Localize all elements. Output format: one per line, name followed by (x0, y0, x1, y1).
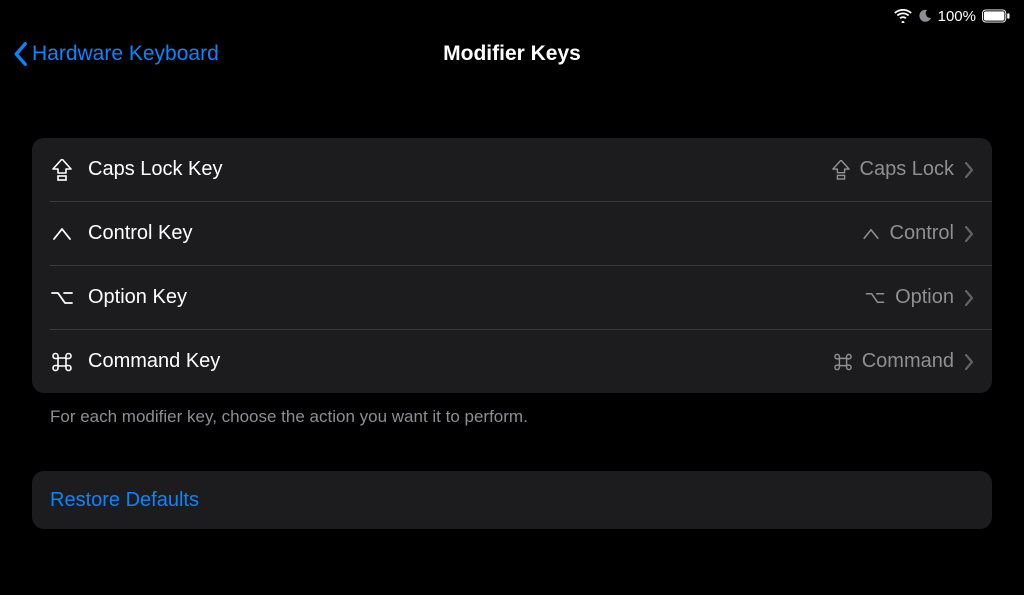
row-value: Control (890, 222, 954, 245)
restore-defaults-label: Restore Defaults (50, 489, 199, 512)
row-value: Option (895, 286, 954, 309)
caps-lock-icon (50, 159, 74, 181)
battery-icon (982, 9, 1010, 23)
row-label: Control Key (88, 222, 193, 245)
row-label: Caps Lock Key (88, 158, 223, 181)
chevron-right-icon (964, 354, 974, 370)
row-label: Option Key (88, 286, 187, 309)
row-control[interactable]: Control Key Control (32, 202, 992, 265)
chevron-left-icon (12, 42, 30, 66)
back-button[interactable]: Hardware Keyboard (12, 42, 219, 66)
navigation-bar: Hardware Keyboard Modifier Keys (0, 28, 1024, 80)
do-not-disturb-icon (918, 9, 932, 23)
row-value: Command (862, 350, 954, 373)
control-icon (862, 228, 880, 240)
row-option[interactable]: Option Key Option (32, 266, 992, 329)
chevron-right-icon (964, 162, 974, 178)
command-icon (834, 353, 852, 371)
back-label: Hardware Keyboard (32, 42, 219, 66)
chevron-right-icon (964, 290, 974, 306)
status-bar: 100% (0, 0, 1024, 28)
caps-lock-icon (832, 160, 850, 180)
restore-defaults-button[interactable]: Restore Defaults (32, 471, 992, 529)
wifi-icon (894, 9, 912, 23)
option-icon (865, 292, 885, 304)
page-title: Modifier Keys (443, 42, 581, 66)
option-icon (50, 291, 74, 305)
control-icon (50, 227, 74, 241)
content-area: Caps Lock Key Caps Lock Control Key (0, 80, 1024, 529)
row-label: Command Key (88, 350, 220, 373)
row-value: Caps Lock (860, 158, 955, 181)
row-command[interactable]: Command Key Command (32, 330, 992, 393)
row-caps-lock[interactable]: Caps Lock Key Caps Lock (32, 138, 992, 201)
battery-percent: 100% (938, 8, 976, 25)
group-footer: For each modifier key, choose the action… (32, 393, 992, 427)
command-icon (50, 352, 74, 372)
modifier-keys-group: Caps Lock Key Caps Lock Control Key (32, 138, 992, 393)
chevron-right-icon (964, 226, 974, 242)
